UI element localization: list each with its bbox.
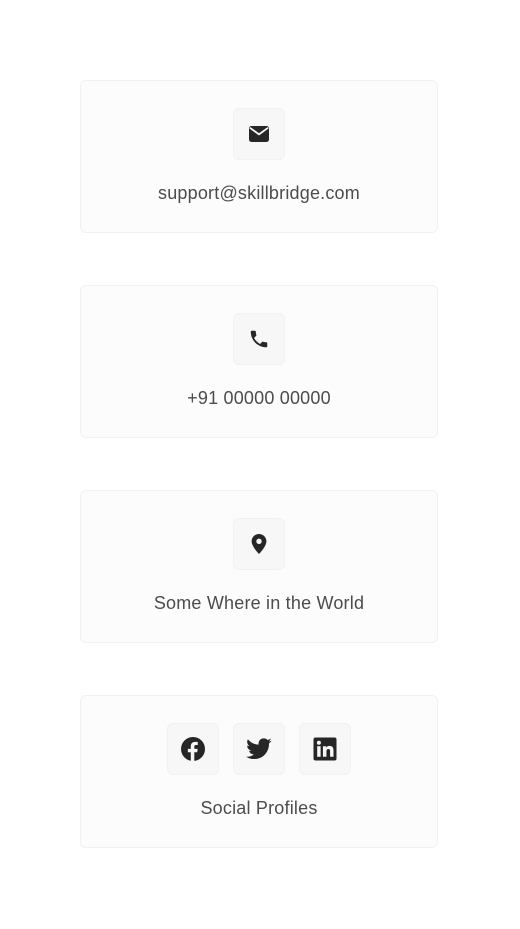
map-pin-icon [233, 518, 285, 570]
email-icon-row [81, 108, 437, 160]
mail-icon [233, 108, 285, 160]
location-text: Some Where in the World [153, 593, 365, 613]
email-address[interactable]: support@skillbridge.com [81, 181, 437, 205]
phone-icon [233, 313, 285, 365]
location-icon-row [81, 518, 437, 570]
twitter-icon[interactable] [233, 723, 285, 775]
phone-icon-row [81, 313, 437, 365]
email-card: support@skillbridge.com [80, 80, 438, 233]
social-icon-row [81, 723, 437, 775]
social-profiles-label: Social Profiles [200, 798, 318, 818]
social-card: Social Profiles [80, 695, 438, 848]
phone-card: +91 00000 00000 [80, 285, 438, 438]
location-card: Some Where in the World [80, 490, 438, 643]
linkedin-icon[interactable] [299, 723, 351, 775]
facebook-icon[interactable] [167, 723, 219, 775]
phone-number[interactable]: +91 00000 00000 [81, 386, 437, 410]
